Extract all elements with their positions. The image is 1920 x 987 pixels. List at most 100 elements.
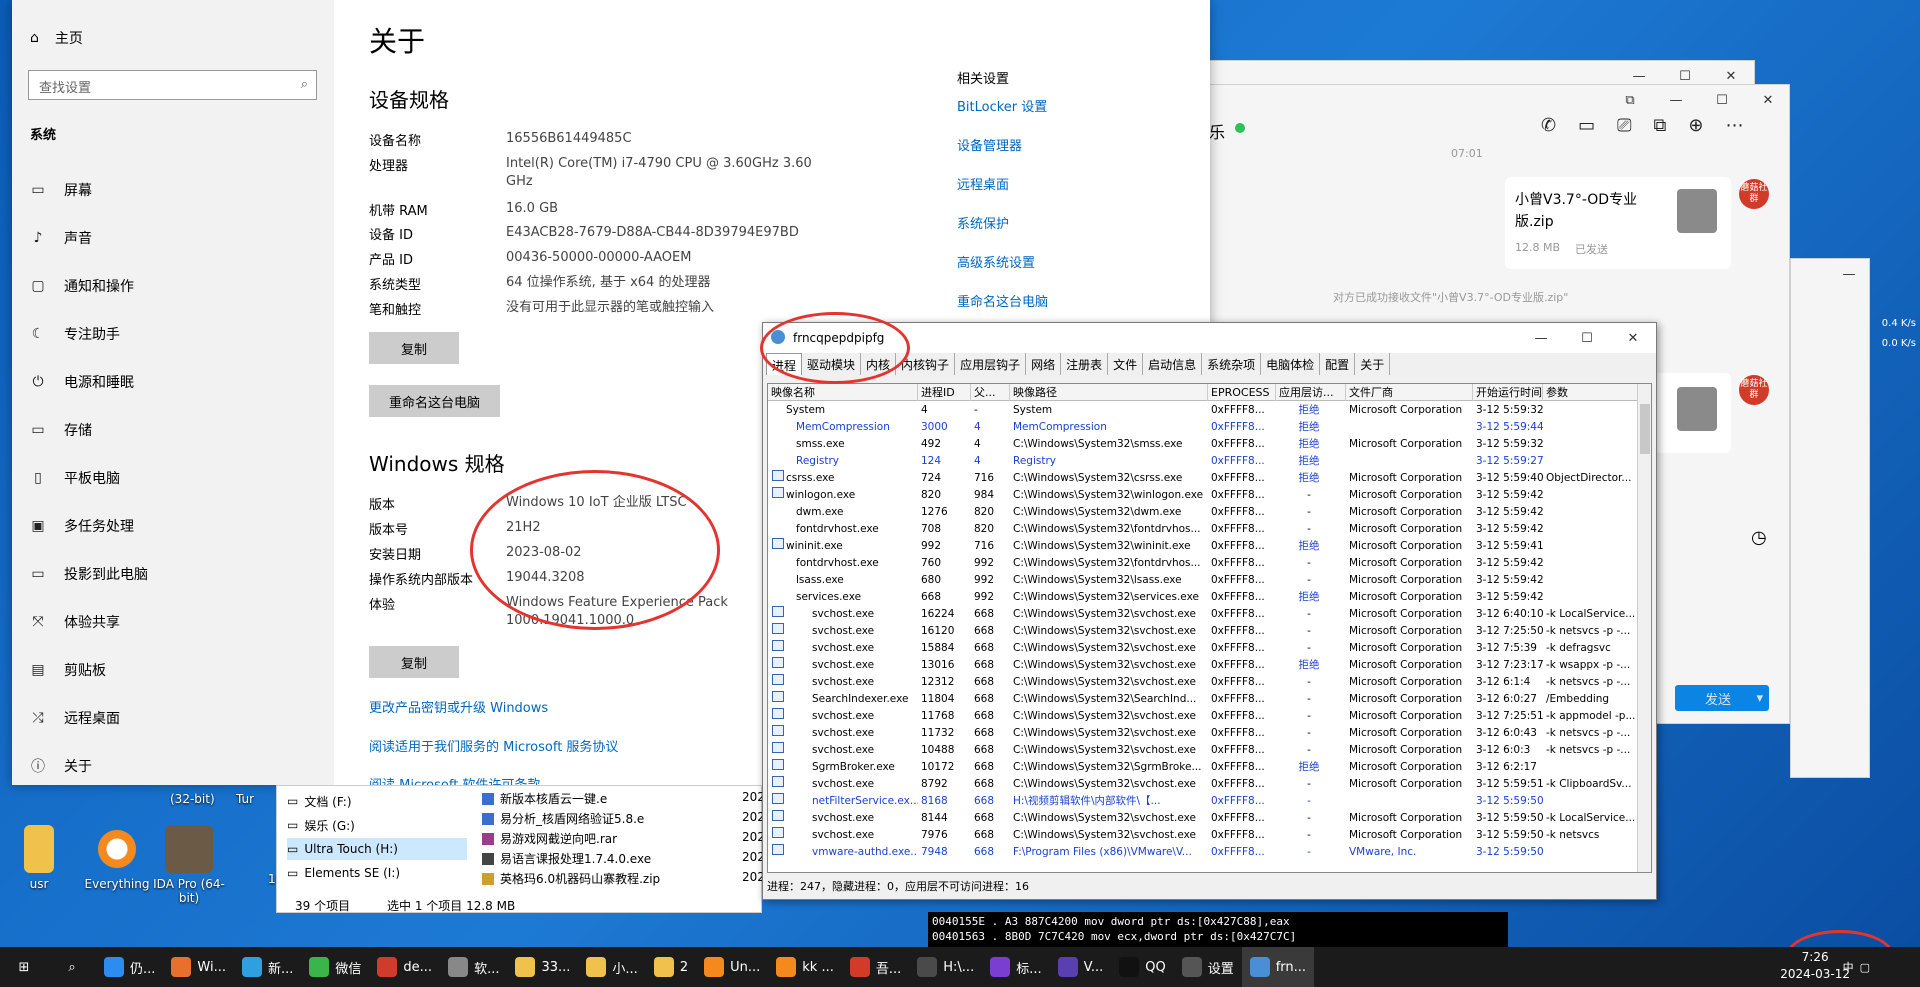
scroll-thumb[interactable] [1640,404,1650,454]
sidebar-item[interactable]: ▭ 投影到此电脑 [30,559,148,589]
minimize-icon[interactable]: — [1829,259,1869,289]
sidebar-item[interactable]: ⤮ 远程桌面 [30,703,120,733]
file-item[interactable]: 易游戏网截逆向吧.rar [482,830,617,847]
column-header[interactable]: 应用层访... [1276,384,1346,401]
drive-item[interactable]: ▭ Elements SE (I:) [287,862,467,884]
taskbar-app[interactable]: 新... [234,947,301,987]
sidebar-item[interactable]: ▢ 通知和操作 [30,271,134,301]
taskbar-app[interactable]: de... [369,947,440,987]
desktop-icon-usr[interactable]: usr [0,825,78,891]
table-row[interactable]: SgrmBroker.exe 10172 668 C:\Windows\System3… [768,759,1638,776]
copy-button[interactable]: 复制 [369,332,459,364]
sidebar-item[interactable]: ⤧ 体验共享 [30,607,120,637]
avatar[interactable]: 蘑菇社群 [1739,179,1769,209]
table-row[interactable]: svchost.exe 7976 668 C:\Windows\System32\sv… [768,827,1638,844]
add-icon[interactable]: ⊕ [1688,115,1703,136]
tab-item[interactable]: 系统杂项 [1202,353,1262,375]
send-button[interactable]: 发送 ▾ [1675,685,1769,711]
drive-item[interactable]: ▭ Ultra Touch (H:) [287,838,467,860]
settings-search-input[interactable]: 查找设置 ⌕ [28,70,317,100]
close-icon[interactable]: ✕ [1745,85,1791,115]
column-header[interactable]: 映像路径 [1010,384,1208,401]
minimize-icon[interactable]: — [1518,323,1564,353]
phone-icon[interactable]: ✆ [1541,115,1556,136]
asm-line[interactable]: 0040155E . A3 887C4200 mov dword ptr ds:… [932,914,1504,929]
maximize-icon[interactable]: ☐ [1564,323,1610,353]
chevron-down-icon[interactable]: ▾ [1756,691,1763,706]
taskbar-app[interactable]: 吾... [842,947,909,987]
minimize-icon[interactable]: — [1653,85,1699,115]
sidebar-item[interactable]: ▤ 剪贴板 [30,655,106,685]
sidebar-item[interactable]: ▯ 平板电脑 [30,463,120,493]
change-product-key-link[interactable]: 更改产品密钥或升级 Windows [369,697,548,716]
close-icon[interactable]: ✕ [1610,323,1656,353]
table-row[interactable]: svchost.exe 11732 668 C:\Windows\System32\s… [768,725,1638,742]
table-row[interactable]: svchost.exe 8792 668 C:\Windows\System32\sv… [768,776,1638,793]
taskbar-app[interactable]: V... [1050,947,1112,987]
column-header[interactable]: 开始运行时间 [1473,384,1543,401]
table-row[interactable]: lsass.exe 680 992 C:\Windows\System32\lsass… [768,572,1638,589]
taskbar-app[interactable]: QQ [1111,947,1173,987]
taskbar-app[interactable]: 33... [507,947,578,987]
taskbar-app[interactable]: 设置 [1174,947,1242,987]
column-header[interactable]: 文件厂商 [1346,384,1473,401]
sidebar-item[interactable]: ♪ 声音 [30,223,92,253]
remote-assist-icon[interactable]: ⧉ [1654,115,1667,136]
file-message[interactable]: 小曾V3.7°-OD专业版.zip 12.8 MB 已发送 [1505,177,1731,269]
history-clock-icon[interactable]: ◷ [1751,527,1767,548]
table-row[interactable]: smss.exe 492 4 C:\Windows\System32\smss.exe… [768,436,1638,453]
related-setting-link[interactable]: 远程桌面 [957,174,1009,193]
table-row[interactable]: svchost.exe 13016 668 C:\Windows\System32\s… [768,657,1638,674]
table-row[interactable]: svchost.exe 15884 668 C:\Windows\System32\s… [768,640,1638,657]
file-item[interactable]: 易分析_核盾网络验证5.8.e [482,810,644,827]
sidebar-item[interactable]: ▭ 存储 [30,415,92,445]
clock[interactable]: 7:26 2024-03-12 [1780,949,1850,983]
desktop-icon-everything[interactable]: Everything [78,825,156,891]
video-icon[interactable]: ▭ [1578,115,1595,136]
asm-line[interactable]: 00401563 . 8B0D 7C7C420 mov ecx,dword pt… [932,929,1504,944]
more-icon[interactable]: ⋯ [1725,115,1743,136]
vertical-scrollbar[interactable] [1637,384,1651,872]
related-setting-link[interactable]: 系统保护 [957,213,1009,232]
column-header[interactable]: 映像名称 [768,384,918,401]
table-row[interactable]: netFilterService.ex... 8168 668 H:\视频剪辑软件\内… [768,793,1638,810]
table-row[interactable]: svchost.exe 16120 668 C:\Windows\System32\s… [768,623,1638,640]
column-header[interactable]: EPROCESS [1208,384,1276,401]
tab-item[interactable]: 应用层钩子 [955,353,1027,375]
file-item[interactable]: 英格玛6.0机器码山寨教程.zip [482,870,660,887]
taskbar-app[interactable]: 软... [440,947,507,987]
tab-item[interactable]: 电脑体检 [1261,353,1321,375]
table-row[interactable]: svchost.exe 16224 668 C:\Windows\System32\s… [768,606,1638,623]
column-header[interactable]: 参数 [1543,384,1638,401]
file-item[interactable]: 新版本核盾云一键.e [482,790,607,807]
table-row[interactable]: services.exe 668 992 C:\Windows\System32\se… [768,589,1638,606]
table-row[interactable]: vmware-authd.exe... 7948 668 F:\Program Fil… [768,844,1638,861]
tab-item[interactable]: 关于 [1355,353,1391,375]
related-setting-link[interactable]: BitLocker 设置 [957,96,1047,115]
table-row[interactable]: System 4 - System 0xFFFF8... 拒绝 Microsoft Corp… [768,402,1638,419]
drive-item[interactable]: ▭ 娱乐 (G:) [287,814,467,836]
service-agreement-link[interactable]: 阅读适用于我们服务的 Microsoft 服务协议 [369,736,618,755]
related-setting-link[interactable]: 重命名这台电脑 [957,291,1048,310]
column-header[interactable]: 父... [971,384,1010,401]
sidebar-item[interactable]: ☾ 专注助手 [30,319,120,349]
table-row[interactable]: svchost.exe 8144 668 C:\Windows\System32\sv… [768,810,1638,827]
taskbar-app[interactable]: Wi... [163,947,234,987]
desktop-icon-ida[interactable]: IDA Pro (64-bit) [150,825,228,905]
table-row[interactable]: svchost.exe 10488 668 C:\Windows\System32\s… [768,742,1638,759]
table-row[interactable]: MemCompression 3000 4 MemCompression 0xFFFF8… [768,419,1638,436]
tab-item[interactable]: 网络 [1026,353,1062,375]
tab-item[interactable]: 配置 [1320,353,1356,375]
taskbar-app[interactable]: frn... [1241,947,1315,987]
table-row[interactable]: svchost.exe 11768 668 C:\Windows\System32\s… [768,708,1638,725]
sidebar-item[interactable]: ▣ 多任务处理 [30,511,134,541]
sidebar-item[interactable]: ⏻ 电源和睡眠 [30,367,134,397]
tab-item[interactable]: 启动信息 [1143,353,1203,375]
taskbar-app[interactable]: 标... [982,947,1049,987]
taskbar-app[interactable]: 2 [646,947,696,987]
license-terms-link[interactable]: 阅读 Microsoft 软件许可条款 [369,774,540,785]
search-button[interactable]: ⌕ [48,947,96,987]
column-header[interactable]: 进程ID [918,384,971,401]
related-setting-link[interactable]: 设备管理器 [957,135,1022,154]
table-row[interactable]: Registry 124 4 Registry 0xFFFF8... 拒绝 3-12 5:5… [768,453,1638,470]
